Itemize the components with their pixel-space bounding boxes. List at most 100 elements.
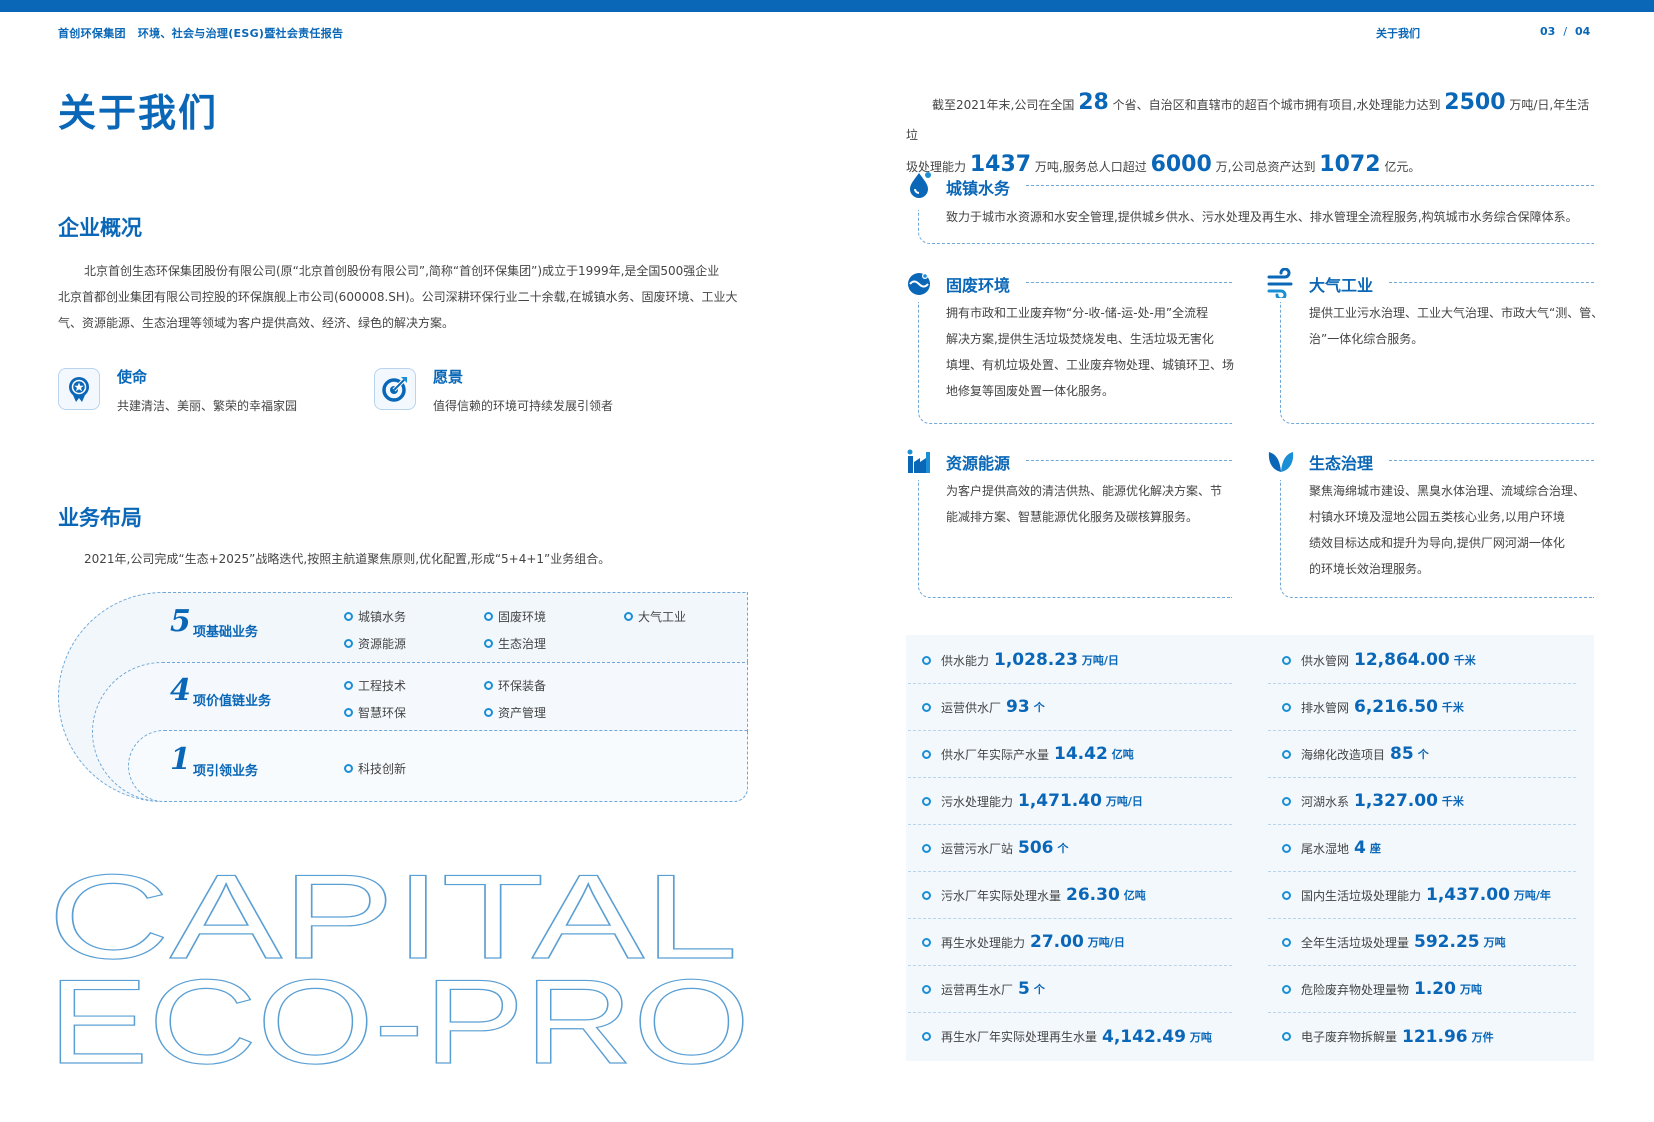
report-name: 环境、社会与治理(ESG)暨社会责任报告 xyxy=(137,27,344,40)
segment-line: 致力于城市水资源和水安全管理,提供城乡供水、污水处理及再生水、排水管理全流程服务… xyxy=(946,210,1578,224)
page-numbers: 03 / 04 xyxy=(1540,25,1590,38)
stat-unit: 万吨 xyxy=(1459,983,1482,996)
tier-item: 城镇水务 xyxy=(344,608,406,625)
segment-line: 拥有市政和工业废弃物“分-收-储-运-处-用”全流程 xyxy=(946,306,1209,320)
stat-row: 运营供水厂 93 个 xyxy=(908,684,1232,731)
stat-row: 尾水湿地 4 座 xyxy=(1268,825,1576,872)
tier-edge xyxy=(747,662,748,732)
watermark-line-2: ECO-PRO xyxy=(48,955,750,1068)
stat-unit: 千米 xyxy=(1441,795,1464,808)
stat-row: 供水厂年实际产水量 14.42 亿吨 xyxy=(908,731,1232,778)
segment-title: 大气工业 xyxy=(1309,276,1374,295)
stat-value: 1,471.40 xyxy=(1018,791,1102,811)
bullet-icon xyxy=(922,655,931,665)
bullet-icon xyxy=(1282,890,1291,900)
page-separator: / xyxy=(1563,25,1568,38)
page-number-right: 04 xyxy=(1575,25,1591,38)
stat-label: 危险废弃物处理量物 xyxy=(1301,982,1410,997)
segment-title: 城镇水务 xyxy=(946,179,1011,198)
stat-unit: 亿吨 xyxy=(1111,748,1134,761)
stat-label: 再生水处理能力 xyxy=(941,935,1026,950)
stat-value: 506 xyxy=(1018,838,1054,858)
stat-label: 海绵化改造项目 xyxy=(1301,747,1386,762)
medal-icon xyxy=(58,368,100,410)
stat-value: 4 xyxy=(1354,838,1366,858)
page-title: 关于我们 xyxy=(58,91,219,135)
segment-line: 为客户提供高效的清洁供热、能源优化解决方案、节 xyxy=(946,484,1223,498)
water-drop-icon xyxy=(910,172,931,198)
segment-line: 地修复等固废处置一体化服务。 xyxy=(946,384,1115,398)
bullet-icon xyxy=(922,702,931,712)
mission-text: 共建清洁、美丽、繁荣的幸福家园 xyxy=(117,399,298,413)
stat-row: 供水能力 1,028.23 万吨/日 xyxy=(908,637,1232,684)
factory-icon xyxy=(907,449,930,473)
stat-row: 全年生活垃圾处理量 592.25 万吨 xyxy=(1268,919,1576,966)
bullet-icon xyxy=(922,984,931,994)
report-header: 首创环保集团 环境、社会与治理(ESG)暨社会责任报告 xyxy=(58,25,355,41)
stat-label: 再生水厂年实际处理再生水量 xyxy=(941,1030,1098,1044)
stat-value: 14.42 xyxy=(1054,744,1108,764)
summary-paragraph: 截至2021年末,公司在全国 28 个省、自治区和直辖市的超百个城市拥有项目,水… xyxy=(906,88,1600,182)
bullet-icon xyxy=(922,937,931,947)
stat-unit: 万吨/日 xyxy=(1105,795,1143,808)
top-color-bar xyxy=(0,0,1654,12)
stat-row: 河湖水系 1,327.00 千米 xyxy=(1268,778,1576,825)
segment-description: 致力于城市水资源和水安全管理,提供城乡供水、污水处理及再生水、排水管理全流程服务… xyxy=(946,204,1578,230)
stat-row: 污水处理能力 1,471.40 万吨/日 xyxy=(908,778,1232,825)
bullet-icon xyxy=(922,749,931,759)
segment-line: 填埋、有机垃圾处置、工业废弃物处理、城镇环卫、场 xyxy=(946,358,1235,372)
summary-number: 28 xyxy=(1078,90,1109,115)
tier-item: 智慧环保 xyxy=(344,704,406,721)
tier-item: 科技创新 xyxy=(344,760,406,777)
stat-value: 85 xyxy=(1390,744,1414,764)
stat-row: 排水管网 6,216.50 千米 xyxy=(1268,684,1576,731)
stat-unit: 个 xyxy=(1417,748,1429,761)
stat-unit: 个 xyxy=(1033,983,1045,996)
segment-divider xyxy=(1389,460,1594,461)
summary-text: 个省、自治区和直辖市的超百个城市拥有项目,水处理能力达到 xyxy=(1112,98,1441,112)
bullet-icon xyxy=(1282,796,1291,806)
stat-label: 运营供水厂 xyxy=(941,700,1002,715)
bullet-icon xyxy=(922,1032,931,1041)
summary-number: 1437 xyxy=(969,152,1032,177)
segment-divider xyxy=(1026,460,1232,461)
stat-value: 4,142.49 xyxy=(1102,1026,1186,1047)
tier-foundation-number: 5 xyxy=(170,604,191,639)
brand-name: 首创环保集团 xyxy=(58,27,126,40)
stat-value: 121.96 xyxy=(1402,1026,1468,1047)
stat-label: 尾水湿地 xyxy=(1301,841,1350,856)
stat-value: 1,327.00 xyxy=(1354,791,1438,811)
tier-item: 资产管理 xyxy=(484,704,546,721)
stat-unit: 万吨/日 xyxy=(1081,654,1119,667)
tier-item: 环保装备 xyxy=(484,677,546,694)
stat-label: 供水管网 xyxy=(1301,653,1350,668)
stat-row: 供水管网 12,864.00 千米 xyxy=(1268,637,1576,684)
segment-divider xyxy=(1026,185,1594,186)
segment-line: 解决方案,提供生活垃圾焚烧发电、生活垃圾无害化 xyxy=(946,332,1214,346)
bullet-icon xyxy=(1282,749,1291,759)
overview-paragraph: 北京首创生态环保集团股份有限公司(原“北京首创股份有限公司”,简称“首创环保集团… xyxy=(58,258,737,336)
overview-heading: 企业概况 xyxy=(58,216,142,240)
stat-label: 污水厂年实际处理水量 xyxy=(941,888,1062,903)
segment-line: 聚焦海绵城市建设、黑臭水体治理、流域综合治理、 xyxy=(1309,484,1586,498)
segment-line: 村镇水环境及湿地公园五类核心业务,以用户环境 xyxy=(1309,510,1565,524)
segment-title: 资源能源 xyxy=(946,454,1011,473)
tier-leading-number: 1 xyxy=(170,742,191,777)
stat-label: 供水能力 xyxy=(941,653,990,668)
stat-value: 1.20 xyxy=(1414,979,1456,999)
segment-line: 提供工业污水治理、工业大气治理、市政大气“测、管、 xyxy=(1309,306,1604,320)
section-name: 关于我们 xyxy=(1376,27,1420,40)
overview-line: 气、资源能源、生态治理等领域为客户提供高效、经济、绿色的解决方案。 xyxy=(58,316,455,330)
segment-line: 能减排方案、智慧能源优化服务及碳核算服务。 xyxy=(946,510,1199,524)
stat-value: 5 xyxy=(1018,979,1030,999)
segment-description: 聚焦海绵城市建设、黑臭水体治理、流域综合治理、 村镇水环境及湿地公园五类核心业务… xyxy=(1309,478,1585,582)
stat-unit: 个 xyxy=(1033,701,1045,714)
stat-unit: 座 xyxy=(1369,842,1381,855)
business-intro: 2021年,公司完成“生态+2025”战略迭代,按照主航道聚焦原则,优化配置,形… xyxy=(84,552,611,566)
stat-label: 运营污水厂站 xyxy=(941,841,1014,856)
bullet-icon xyxy=(1282,984,1291,994)
target-icon xyxy=(374,368,416,410)
stat-label: 供水厂年实际产水量 xyxy=(941,747,1050,762)
stat-unit: 万吨/日 xyxy=(1087,936,1125,949)
overview-line: 北京首创生态环保集团股份有限公司(原“北京首创股份有限公司”,简称“首创环保集团… xyxy=(84,264,720,278)
